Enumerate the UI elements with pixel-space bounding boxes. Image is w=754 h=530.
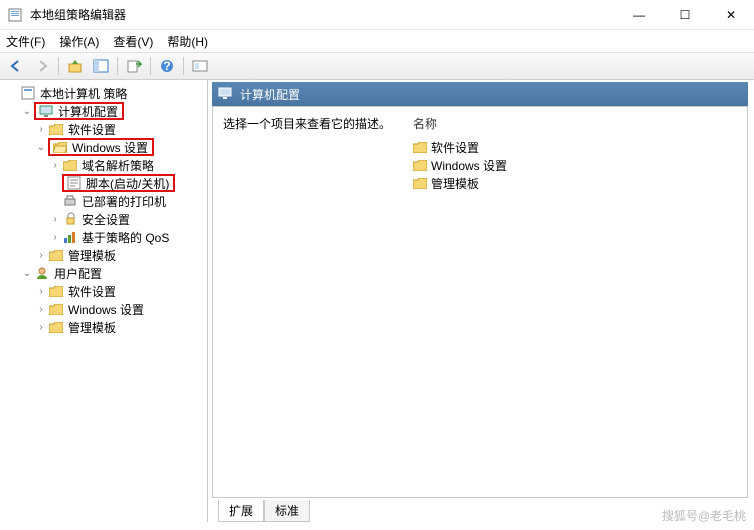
- filter-button[interactable]: [188, 55, 212, 77]
- folder-open-icon: [52, 139, 68, 155]
- computer-icon: [38, 103, 54, 119]
- forward-button: [30, 55, 54, 77]
- detail-header: 计算机配置: [212, 82, 748, 106]
- toolbar-separator: [183, 57, 184, 75]
- close-button[interactable]: ✕: [708, 0, 754, 30]
- toolbar-separator: [58, 57, 59, 75]
- expand-icon[interactable]: ›: [34, 286, 48, 297]
- svg-text:?: ?: [163, 59, 170, 73]
- tab-extended[interactable]: 扩展: [218, 500, 264, 522]
- content-area: 本地计算机 策略 ⌄ 计算机配置 › 软件设置 ⌄ Windows 设置 › 域…: [0, 80, 754, 522]
- menu-view[interactable]: 查看(V): [113, 33, 153, 50]
- policy-icon: [20, 85, 36, 101]
- back-button[interactable]: [4, 55, 28, 77]
- folder-icon: [48, 247, 64, 263]
- tree-dns-policy[interactable]: › 域名解析策略: [2, 156, 205, 174]
- tree-computer-config[interactable]: ⌄ 计算机配置: [2, 102, 205, 120]
- expand-icon[interactable]: [6, 88, 20, 99]
- tree-qos[interactable]: › 基于策略的 QoS: [2, 228, 205, 246]
- expand-icon[interactable]: ›: [48, 214, 62, 225]
- collapse-icon[interactable]: ⌄: [34, 142, 48, 153]
- folder-icon: [48, 121, 64, 137]
- security-icon: [62, 211, 78, 227]
- tree-root[interactable]: 本地计算机 策略: [2, 84, 205, 102]
- user-icon: [34, 265, 50, 281]
- toolbar-separator: [150, 57, 151, 75]
- maximize-button[interactable]: ☐: [662, 0, 708, 30]
- tree-scripts[interactable]: 脚本(启动/关机): [2, 174, 205, 192]
- folder-icon: [62, 157, 78, 173]
- menu-file[interactable]: 文件(F): [6, 33, 45, 50]
- minimize-button[interactable]: —: [616, 0, 662, 30]
- computer-icon: [218, 86, 234, 102]
- tree-admin-templates[interactable]: › 管理模板: [2, 246, 205, 264]
- export-button[interactable]: [122, 55, 146, 77]
- script-icon: [66, 175, 82, 191]
- folder-icon: [413, 178, 427, 189]
- menubar: 文件(F) 操作(A) 查看(V) 帮助(H): [0, 30, 754, 52]
- app-icon: [8, 7, 24, 23]
- folder-icon: [48, 283, 64, 299]
- printer-icon: [62, 193, 78, 209]
- tree-windows-settings[interactable]: ⌄ Windows 设置: [2, 138, 205, 156]
- titlebar: 本地组策略编辑器 — ☐ ✕: [0, 0, 754, 30]
- tree-user-config[interactable]: ⌄ 用户配置: [2, 264, 205, 282]
- column-header-name[interactable]: 名称: [413, 115, 737, 132]
- expand-icon[interactable]: ›: [34, 322, 48, 333]
- toolbar: ?: [0, 52, 754, 80]
- tree-software-settings[interactable]: › 软件设置: [2, 120, 205, 138]
- folder-icon: [48, 319, 64, 335]
- menu-action[interactable]: 操作(A): [59, 33, 99, 50]
- tree-security[interactable]: › 安全设置: [2, 210, 205, 228]
- list-item[interactable]: 软件设置: [413, 138, 737, 156]
- tree-pane[interactable]: 本地计算机 策略 ⌄ 计算机配置 › 软件设置 ⌄ Windows 设置 › 域…: [0, 80, 208, 522]
- list-item[interactable]: 管理模板: [413, 174, 737, 192]
- detail-pane: 计算机配置 选择一个项目来查看它的描述。 名称 软件设置 Windows 设置 …: [208, 80, 754, 522]
- qos-icon: [62, 229, 78, 245]
- description-text: 选择一个项目来查看它的描述。: [223, 115, 413, 132]
- tree-deployed-printers[interactable]: 已部署的打印机: [2, 192, 205, 210]
- expand-icon[interactable]: ›: [34, 304, 48, 315]
- expand-icon[interactable]: ›: [34, 250, 48, 261]
- window-title: 本地组策略编辑器: [30, 6, 616, 23]
- tree-user-admin[interactable]: › 管理模板: [2, 318, 205, 336]
- expand-icon[interactable]: ›: [34, 124, 48, 135]
- toolbar-separator: [117, 57, 118, 75]
- collapse-icon[interactable]: ⌄: [20, 106, 34, 117]
- folder-icon: [48, 301, 64, 317]
- tab-standard[interactable]: 标准: [264, 500, 310, 522]
- list-item[interactable]: Windows 设置: [413, 156, 737, 174]
- show-hide-tree-button[interactable]: [89, 55, 113, 77]
- collapse-icon[interactable]: ⌄: [20, 268, 34, 279]
- folder-icon: [413, 160, 427, 171]
- up-button[interactable]: [63, 55, 87, 77]
- folder-icon: [413, 142, 427, 153]
- detail-body: 选择一个项目来查看它的描述。 名称 软件设置 Windows 设置 管理模板: [212, 106, 748, 498]
- tree-user-windows[interactable]: › Windows 设置: [2, 300, 205, 318]
- help-button[interactable]: ?: [155, 55, 179, 77]
- watermark: 搜狐号@老毛桃: [662, 507, 746, 524]
- description-column: 选择一个项目来查看它的描述。: [223, 115, 413, 489]
- expand-icon[interactable]: ›: [48, 160, 62, 171]
- menu-help[interactable]: 帮助(H): [167, 33, 208, 50]
- detail-title: 计算机配置: [240, 86, 300, 103]
- list-column: 名称 软件设置 Windows 设置 管理模板: [413, 115, 737, 489]
- expand-icon[interactable]: ›: [48, 232, 62, 243]
- tree-user-software[interactable]: › 软件设置: [2, 282, 205, 300]
